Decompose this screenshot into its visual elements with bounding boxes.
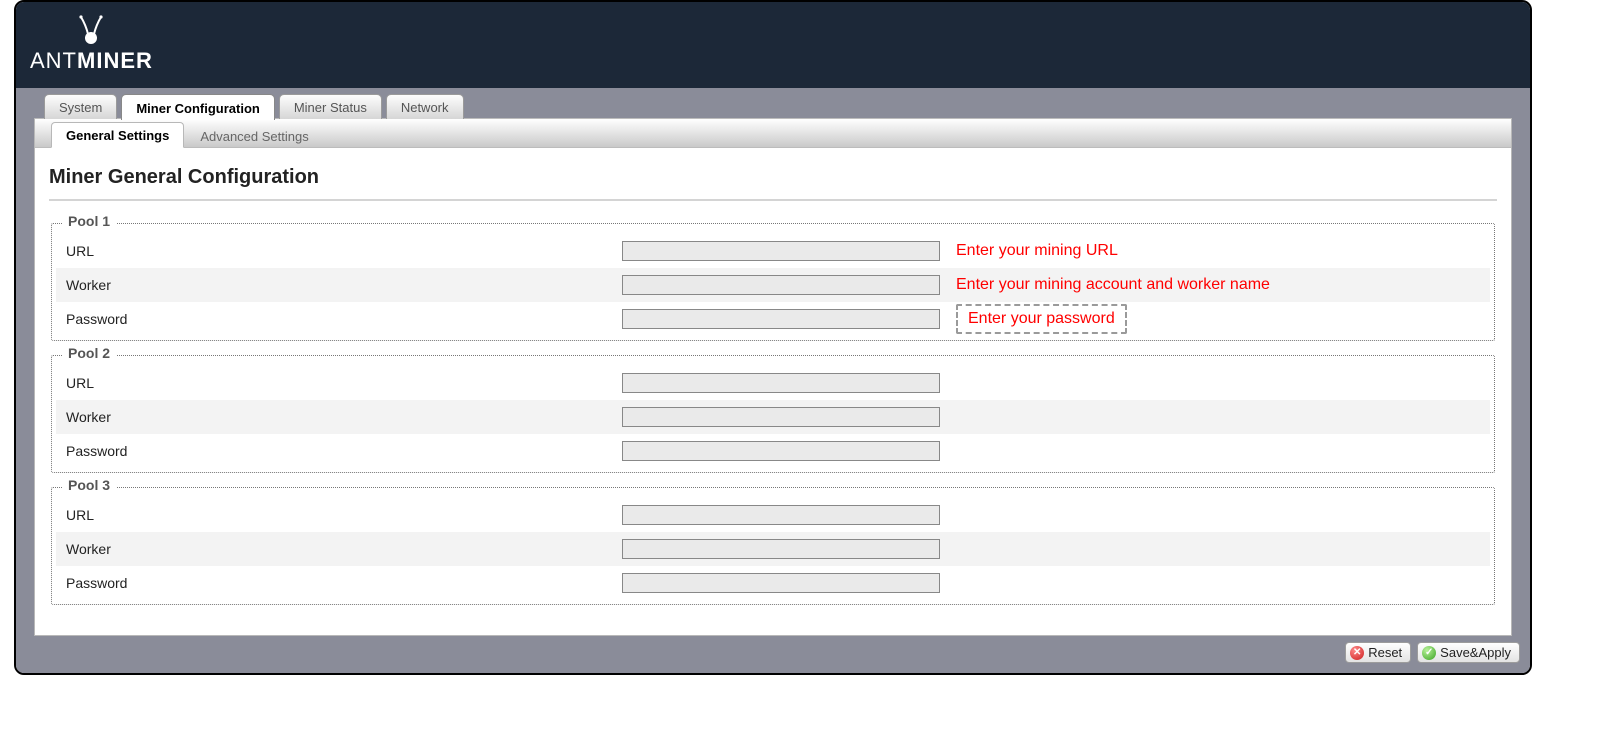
app-window: ANTMINER System Miner Configuration Mine… — [14, 0, 1532, 675]
tab-miner-status[interactable]: Miner Status — [279, 94, 382, 119]
pool-2-password-input[interactable] — [622, 441, 940, 461]
pool-2-password-label: Password — [62, 443, 622, 459]
reset-button-label: Reset — [1368, 645, 1402, 660]
pool-3-legend: Pool 3 — [62, 477, 116, 493]
pool-1-password-row: Password Enter your password — [56, 302, 1490, 336]
pool-1-worker-hint: Enter your mining account and worker nam… — [956, 276, 1270, 294]
subtab-general-settings[interactable]: General Settings — [51, 122, 184, 148]
tab-system[interactable]: System — [44, 94, 117, 119]
cancel-icon: ✕ — [1350, 646, 1364, 660]
check-icon: ✓ — [1422, 646, 1436, 660]
pool-1-worker-input[interactable] — [622, 275, 940, 295]
pool-2-worker-label: Worker — [62, 409, 622, 425]
brand-logo: ANTMINER — [30, 14, 153, 74]
pool-2-legend: Pool 2 — [62, 345, 116, 361]
pool-2-worker-input[interactable] — [622, 407, 940, 427]
pool-1-worker-label: Worker — [62, 277, 622, 293]
pool-1-password-label: Password — [62, 311, 622, 327]
pool-3-password-row: Password — [56, 566, 1490, 600]
pool-1-password-input[interactable] — [622, 309, 940, 329]
subtab-advanced-settings[interactable]: Advanced Settings — [186, 124, 322, 148]
title-divider — [49, 199, 1497, 201]
pool-2-url-label: URL — [62, 375, 622, 391]
pool-1-url-hint: Enter your mining URL — [956, 242, 1118, 260]
pool-2-url-row: URL — [56, 366, 1490, 400]
pool-3-url-row: URL — [56, 498, 1490, 532]
pool-2-url-input[interactable] — [622, 373, 940, 393]
pool-1-url-row: URL Enter your mining URL — [56, 234, 1490, 268]
pool-1: Pool 1 URL Enter your mining URL Worker … — [51, 223, 1495, 341]
reset-button[interactable]: ✕ Reset — [1345, 642, 1411, 663]
save-apply-button-label: Save&Apply — [1440, 645, 1511, 660]
brand-suffix: MINER — [77, 48, 153, 74]
page-title: Miner General Configuration — [49, 166, 1497, 189]
pool-1-legend: Pool 1 — [62, 213, 116, 229]
primary-tabs: System Miner Configuration Miner Status … — [16, 88, 1530, 118]
pool-3-worker-input[interactable] — [622, 539, 940, 559]
pool-3-worker-label: Worker — [62, 541, 622, 557]
pool-1-url-label: URL — [62, 243, 622, 259]
pool-1-worker-row: Worker Enter your mining account and wor… — [56, 268, 1490, 302]
pool-3-worker-row: Worker — [56, 532, 1490, 566]
pool-3: Pool 3 URL Worker Password — [51, 487, 1495, 605]
panel-content: Miner General Configuration Pool 1 URL E… — [35, 148, 1511, 635]
brand-prefix: ANT — [30, 48, 77, 74]
pool-3-password-label: Password — [62, 575, 622, 591]
workspace: System Miner Configuration Miner Status … — [16, 88, 1530, 673]
save-apply-button[interactable]: ✓ Save&Apply — [1417, 642, 1520, 663]
pool-2: Pool 2 URL Worker Password — [51, 355, 1495, 473]
pool-1-password-hint: Enter your password — [956, 304, 1127, 334]
pool-1-url-input[interactable] — [622, 241, 940, 261]
pool-3-url-input[interactable] — [622, 505, 940, 525]
pool-2-worker-row: Worker — [56, 400, 1490, 434]
antminer-icon — [78, 14, 104, 46]
sub-tabs: General Settings Advanced Settings — [35, 118, 1511, 148]
pool-3-password-input[interactable] — [622, 573, 940, 593]
config-panel: General Settings Advanced Settings Miner… — [34, 118, 1512, 636]
button-bar: ✕ Reset ✓ Save&Apply — [16, 636, 1530, 673]
pool-3-url-label: URL — [62, 507, 622, 523]
tab-network[interactable]: Network — [386, 94, 464, 119]
tab-miner-configuration[interactable]: Miner Configuration — [121, 94, 275, 120]
top-banner: ANTMINER — [16, 2, 1530, 88]
pool-2-password-row: Password — [56, 434, 1490, 468]
